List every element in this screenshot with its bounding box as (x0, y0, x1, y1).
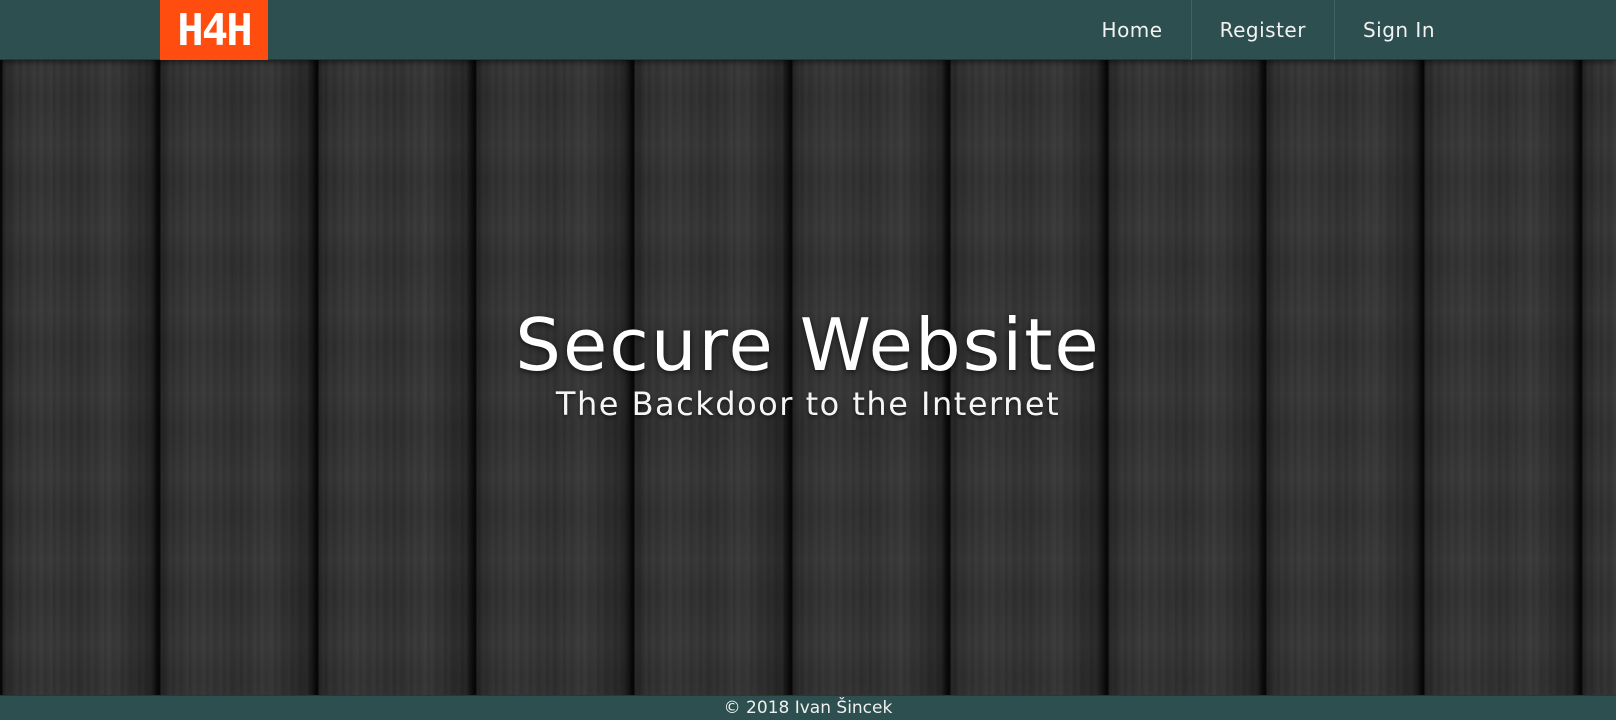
hero-text-block: Secure Website The Backdoor to the Inter… (0, 60, 1616, 695)
page-footer: © 2018 Ivan Šincek (0, 695, 1616, 720)
top-navbar: H4H Home Register Sign In (0, 0, 1616, 60)
nav-item-sign-in[interactable]: Sign In (1333, 0, 1463, 60)
hero-title: Secure Website (515, 302, 1101, 387)
hero-subtitle: The Backdoor to the Internet (555, 384, 1061, 423)
nav-item-register[interactable]: Register (1190, 0, 1334, 60)
nav-menu: Home Register Sign In (1074, 0, 1463, 60)
nav-item-home[interactable]: Home (1074, 0, 1191, 60)
copyright-text: © 2018 Ivan Šincek (723, 698, 893, 718)
hero-section: Secure Website The Backdoor to the Inter… (0, 60, 1616, 695)
site-logo[interactable]: H4H (160, 0, 268, 60)
